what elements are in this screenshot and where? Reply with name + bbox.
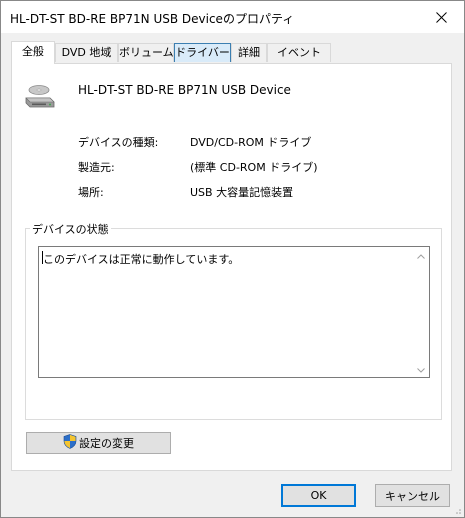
properties-dialog: HL-DT-ST BD-RE BP71N USB Deviceのプロパティ 全般… [0, 0, 465, 518]
scroll-up-button[interactable] [413, 247, 429, 263]
chevron-down-icon [417, 363, 425, 376]
manufacturer-label: 製造元: [78, 161, 115, 174]
tab-driver[interactable]: ドライバー [174, 43, 231, 62]
optical-drive-icon [24, 78, 58, 112]
tab-details[interactable]: 詳細 [231, 43, 267, 62]
tab-volume[interactable]: ボリューム [118, 43, 174, 62]
device-status-textbox[interactable]: このデバイスは正常に動作しています。 [38, 246, 430, 378]
tab-dvd-region[interactable]: DVD 地域 [55, 43, 118, 62]
location-label: 場所: [78, 186, 104, 199]
tab-events[interactable]: イベント [267, 43, 331, 62]
device-status-legend: デバイスの状態 [30, 221, 111, 237]
tab-general[interactable]: 全般 [11, 41, 55, 64]
tab-general-label: 全般 [22, 45, 44, 58]
scroll-down-button[interactable] [413, 361, 429, 377]
tab-dvd-region-label: DVD 地域 [61, 46, 112, 59]
title-bar: HL-DT-ST BD-RE BP71N USB Deviceのプロパティ [1, 1, 464, 33]
status-scrollbar[interactable] [413, 247, 429, 377]
close-button[interactable] [418, 1, 464, 33]
cancel-button-label: キャンセル [385, 489, 440, 503]
uac-shield-icon [63, 434, 77, 452]
location-value: USB 大容量記憶装置 [190, 186, 294, 199]
device-status-text: このデバイスは正常に動作しています。 [43, 253, 240, 266]
general-tab-panel: HL-DT-ST BD-RE BP71N USB Device デバイスの種類:… [11, 63, 452, 471]
tab-volume-label: ボリューム [119, 46, 174, 59]
cancel-button[interactable]: キャンセル [375, 484, 450, 507]
device-status-group: デバイスの状態 このデバイスは正常に動作しています。 [25, 221, 442, 420]
change-settings-button[interactable]: 設定の変更 [26, 432, 171, 454]
resize-grip[interactable] [452, 505, 462, 515]
close-icon [435, 11, 447, 23]
chevron-up-icon [417, 249, 425, 262]
device-name: HL-DT-ST BD-RE BP71N USB Device [78, 83, 291, 97]
tab-driver-label: ドライバー [175, 46, 230, 59]
ok-button-label: OK [310, 489, 327, 502]
change-settings-label: 設定の変更 [79, 437, 134, 450]
tab-events-label: イベント [277, 46, 321, 59]
device-type-label: デバイスの種類: [78, 136, 159, 149]
window-title: HL-DT-ST BD-RE BP71N USB Deviceのプロパティ [10, 12, 295, 26]
ok-button[interactable]: OK [281, 484, 356, 507]
manufacturer-value: (標準 CD-ROM ドライブ) [190, 161, 318, 174]
tab-strip: 全般 DVD 地域 ボリューム ドライバー 詳細 イベント [11, 41, 451, 64]
device-type-value: DVD/CD-ROM ドライブ [190, 136, 312, 149]
tab-details-label: 詳細 [238, 46, 260, 59]
